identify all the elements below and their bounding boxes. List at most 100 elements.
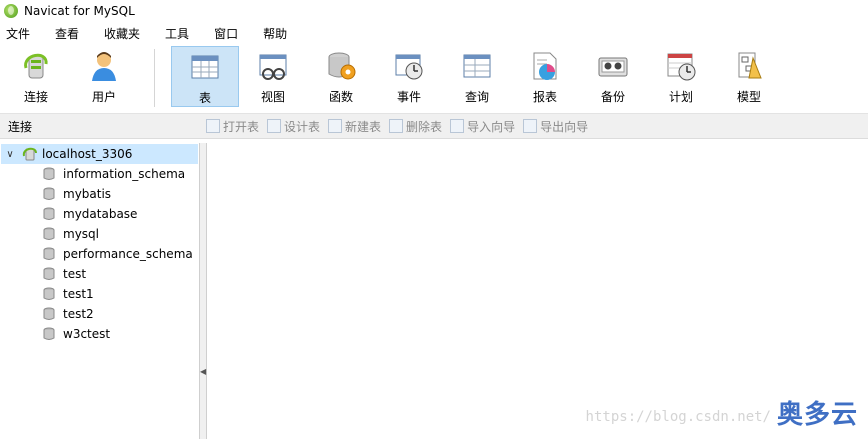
table-button[interactable]: 表 xyxy=(171,46,239,107)
user-icon xyxy=(92,52,116,81)
model-button[interactable]: 模型 xyxy=(715,46,783,107)
delete-table-button[interactable]: 删除表 xyxy=(389,118,442,135)
query-icon xyxy=(463,54,491,78)
database-icon xyxy=(43,287,55,300)
database-icon xyxy=(43,327,55,340)
import-wizard-button[interactable]: 导入向导 xyxy=(450,118,515,135)
database-icon xyxy=(43,227,55,240)
table-icon xyxy=(191,55,219,79)
table-label: 表 xyxy=(198,91,211,105)
object-toolbar: 连接 打开表 设计表 新建表 删除表 导入向导 导出向导 xyxy=(0,114,868,139)
import-wizard-label: 导入向导 xyxy=(467,119,516,134)
database-icon xyxy=(43,267,55,280)
database-name: information_schema xyxy=(63,167,186,181)
watermark-brand: 奥多云 xyxy=(776,400,858,430)
menu-view[interactable]: 查看 xyxy=(55,25,92,42)
open-table-icon xyxy=(206,119,220,133)
schedule-icon xyxy=(667,53,696,81)
connection-label: 连接 xyxy=(23,90,48,104)
database-icon xyxy=(43,207,55,220)
toolbar-separator xyxy=(154,49,155,107)
delete-table-icon xyxy=(389,119,404,133)
connection-node-icon xyxy=(22,147,37,161)
database-name: test2 xyxy=(63,307,94,321)
tree-database-item[interactable]: test2 xyxy=(0,304,199,324)
report-button[interactable]: 报表 xyxy=(511,46,579,107)
tree-database-item[interactable]: w3ctest xyxy=(0,324,199,344)
tree-database-item[interactable]: information_schema xyxy=(0,164,199,184)
database-name: w3ctest xyxy=(63,327,111,341)
connection-tree[interactable]: ∨ localhost_3306 information_schema myba… xyxy=(0,143,200,439)
watermark-url: https://blog.csdn.net/ xyxy=(585,409,771,425)
database-name: mydatabase xyxy=(63,207,138,221)
view-button[interactable]: 视图 xyxy=(239,46,307,107)
database-icon xyxy=(43,307,55,320)
function-icon xyxy=(328,52,356,80)
design-table-label: 设计表 xyxy=(284,119,321,134)
connection-name: localhost_3306 xyxy=(42,147,133,161)
event-button[interactable]: 事件 xyxy=(375,46,443,107)
schedule-button[interactable]: 计划 xyxy=(647,46,715,107)
connection-button[interactable]: 连接 xyxy=(2,46,70,107)
report-label: 报表 xyxy=(532,90,557,104)
new-table-icon xyxy=(328,119,343,133)
open-table-label: 打开表 xyxy=(223,119,260,134)
database-name: performance_schema xyxy=(63,247,193,261)
database-icon xyxy=(43,167,55,180)
menu-window[interactable]: 窗口 xyxy=(214,25,251,42)
report-icon xyxy=(533,52,557,80)
query-label: 查询 xyxy=(464,90,489,104)
model-label: 模型 xyxy=(736,90,761,104)
menu-favorites[interactable]: 收藏夹 xyxy=(104,25,153,42)
pane-splitter[interactable]: ◀ xyxy=(200,143,207,439)
tree-database-item[interactable]: mysql xyxy=(0,224,199,244)
new-table-button[interactable]: 新建表 xyxy=(328,118,381,135)
design-table-icon xyxy=(267,119,282,133)
window-title: Navicat for MySQL xyxy=(24,4,135,18)
database-name: mybatis xyxy=(63,187,112,201)
import-wizard-icon xyxy=(450,119,465,133)
menu-tools[interactable]: 工具 xyxy=(165,25,202,42)
query-button[interactable]: 查询 xyxy=(443,46,511,107)
collapse-arrow-icon[interactable]: ◀ xyxy=(200,367,206,376)
connection-pane-header: 连接 xyxy=(8,119,33,134)
tree-database-item[interactable]: performance_schema xyxy=(0,244,199,264)
export-wizard-button[interactable]: 导出向导 xyxy=(523,118,588,135)
backup-icon xyxy=(598,57,628,77)
database-name: test1 xyxy=(63,287,94,301)
function-label: 函数 xyxy=(328,90,353,104)
title-bar: Navicat for MySQL xyxy=(0,0,868,22)
view-label: 视图 xyxy=(260,90,285,104)
menu-file[interactable]: 文件 xyxy=(6,25,43,42)
export-wizard-icon xyxy=(523,119,538,133)
tree-database-item[interactable]: mybatis xyxy=(0,184,199,204)
menu-help[interactable]: 帮助 xyxy=(263,25,300,42)
event-label: 事件 xyxy=(396,90,421,104)
database-icon xyxy=(43,247,55,260)
backup-button[interactable]: 备份 xyxy=(579,46,647,107)
watermark: https://blog.csdn.net/ 奥多云 xyxy=(586,394,858,431)
user-label: 用户 xyxy=(91,90,116,104)
design-table-button[interactable]: 设计表 xyxy=(267,118,320,135)
schedule-label: 计划 xyxy=(668,90,693,104)
tree-connection-node[interactable]: ∨ localhost_3306 xyxy=(1,144,198,164)
tree-database-item[interactable]: mydatabase xyxy=(0,204,199,224)
chevron-down-icon[interactable]: ∨ xyxy=(4,149,16,160)
tree-database-item[interactable]: test xyxy=(0,264,199,284)
menu-bar: 文件 查看 收藏夹 工具 窗口 帮助 xyxy=(0,22,868,44)
user-button[interactable]: 用户 xyxy=(70,46,138,107)
navicat-app-icon xyxy=(4,4,18,18)
tree-database-item[interactable]: test1 xyxy=(0,284,199,304)
model-icon xyxy=(738,52,762,79)
open-table-button[interactable]: 打开表 xyxy=(206,118,259,135)
export-wizard-label: 导出向导 xyxy=(540,119,589,134)
database-icon xyxy=(43,187,55,200)
database-name: mysql xyxy=(63,227,99,241)
connection-icon xyxy=(24,53,48,79)
event-icon xyxy=(395,54,423,80)
view-icon xyxy=(259,54,287,80)
backup-label: 备份 xyxy=(600,90,625,104)
database-name: test xyxy=(63,267,87,281)
function-button[interactable]: 函数 xyxy=(307,46,375,107)
main-toolbar: 连接 用户 表 视图 函数 事件 查询 报表 备份 计划 模型 xyxy=(0,44,868,114)
